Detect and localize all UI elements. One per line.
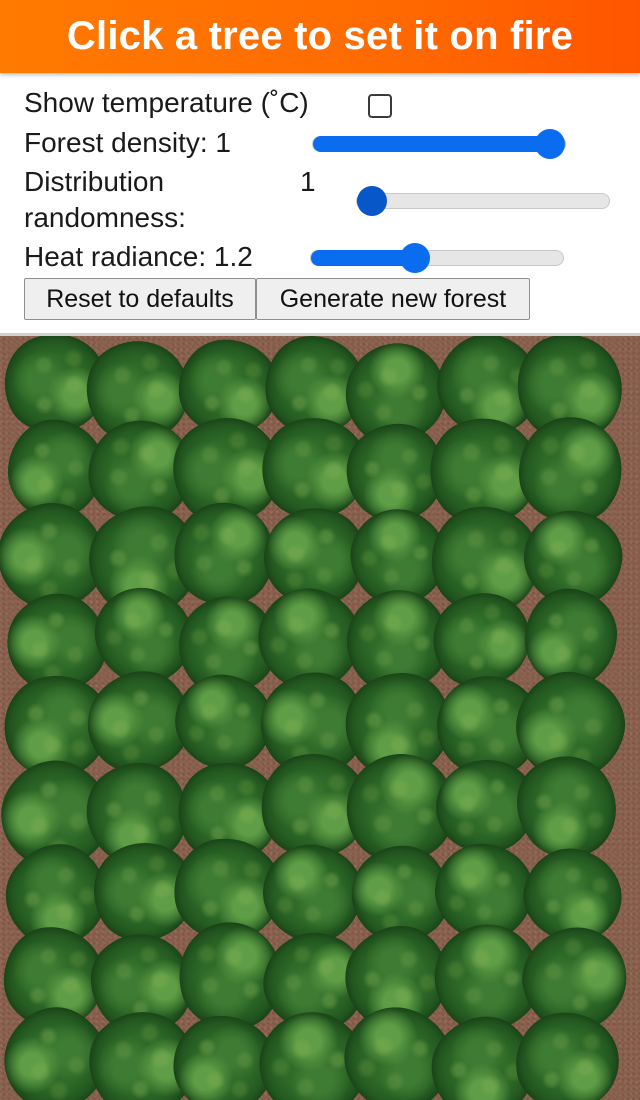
show-temperature-checkbox[interactable] bbox=[368, 94, 392, 118]
reset-defaults-button[interactable]: Reset to defaults bbox=[24, 278, 256, 320]
header-banner: Click a tree to set it on fire bbox=[0, 0, 640, 73]
distribution-randomness-thumb[interactable] bbox=[357, 186, 387, 216]
heat-radiance-thumb[interactable] bbox=[399, 243, 430, 273]
distribution-randomness-slider[interactable] bbox=[356, 186, 610, 216]
forest-density-thumb[interactable] bbox=[535, 129, 565, 159]
generate-forest-button[interactable]: Generate new forest bbox=[256, 278, 530, 320]
heat-radiance-row: Heat radiance: 1.2 bbox=[24, 240, 253, 274]
forest-density-value: 1 bbox=[215, 127, 231, 158]
forest-canvas[interactable] bbox=[0, 336, 640, 1100]
show-temperature-label: Show temperature (˚C) bbox=[24, 87, 309, 118]
forest-density-fill bbox=[313, 136, 550, 152]
forest-density-label: Forest density: bbox=[24, 127, 208, 158]
distribution-randomness-label-line1: Distribution bbox=[24, 166, 165, 197]
heat-radiance-label: Heat radiance: bbox=[24, 241, 207, 272]
forest-density-row: Forest density: 1 bbox=[24, 126, 231, 160]
heat-radiance-slider[interactable] bbox=[310, 243, 564, 273]
heat-radiance-value: 1.2 bbox=[213, 241, 253, 272]
distribution-randomness-label-line2: randomness: bbox=[24, 202, 186, 233]
distribution-randomness-value: 1 bbox=[300, 166, 316, 197]
forest-density-slider[interactable] bbox=[312, 129, 566, 159]
banner-title: Click a tree to set it on fire bbox=[66, 14, 574, 58]
